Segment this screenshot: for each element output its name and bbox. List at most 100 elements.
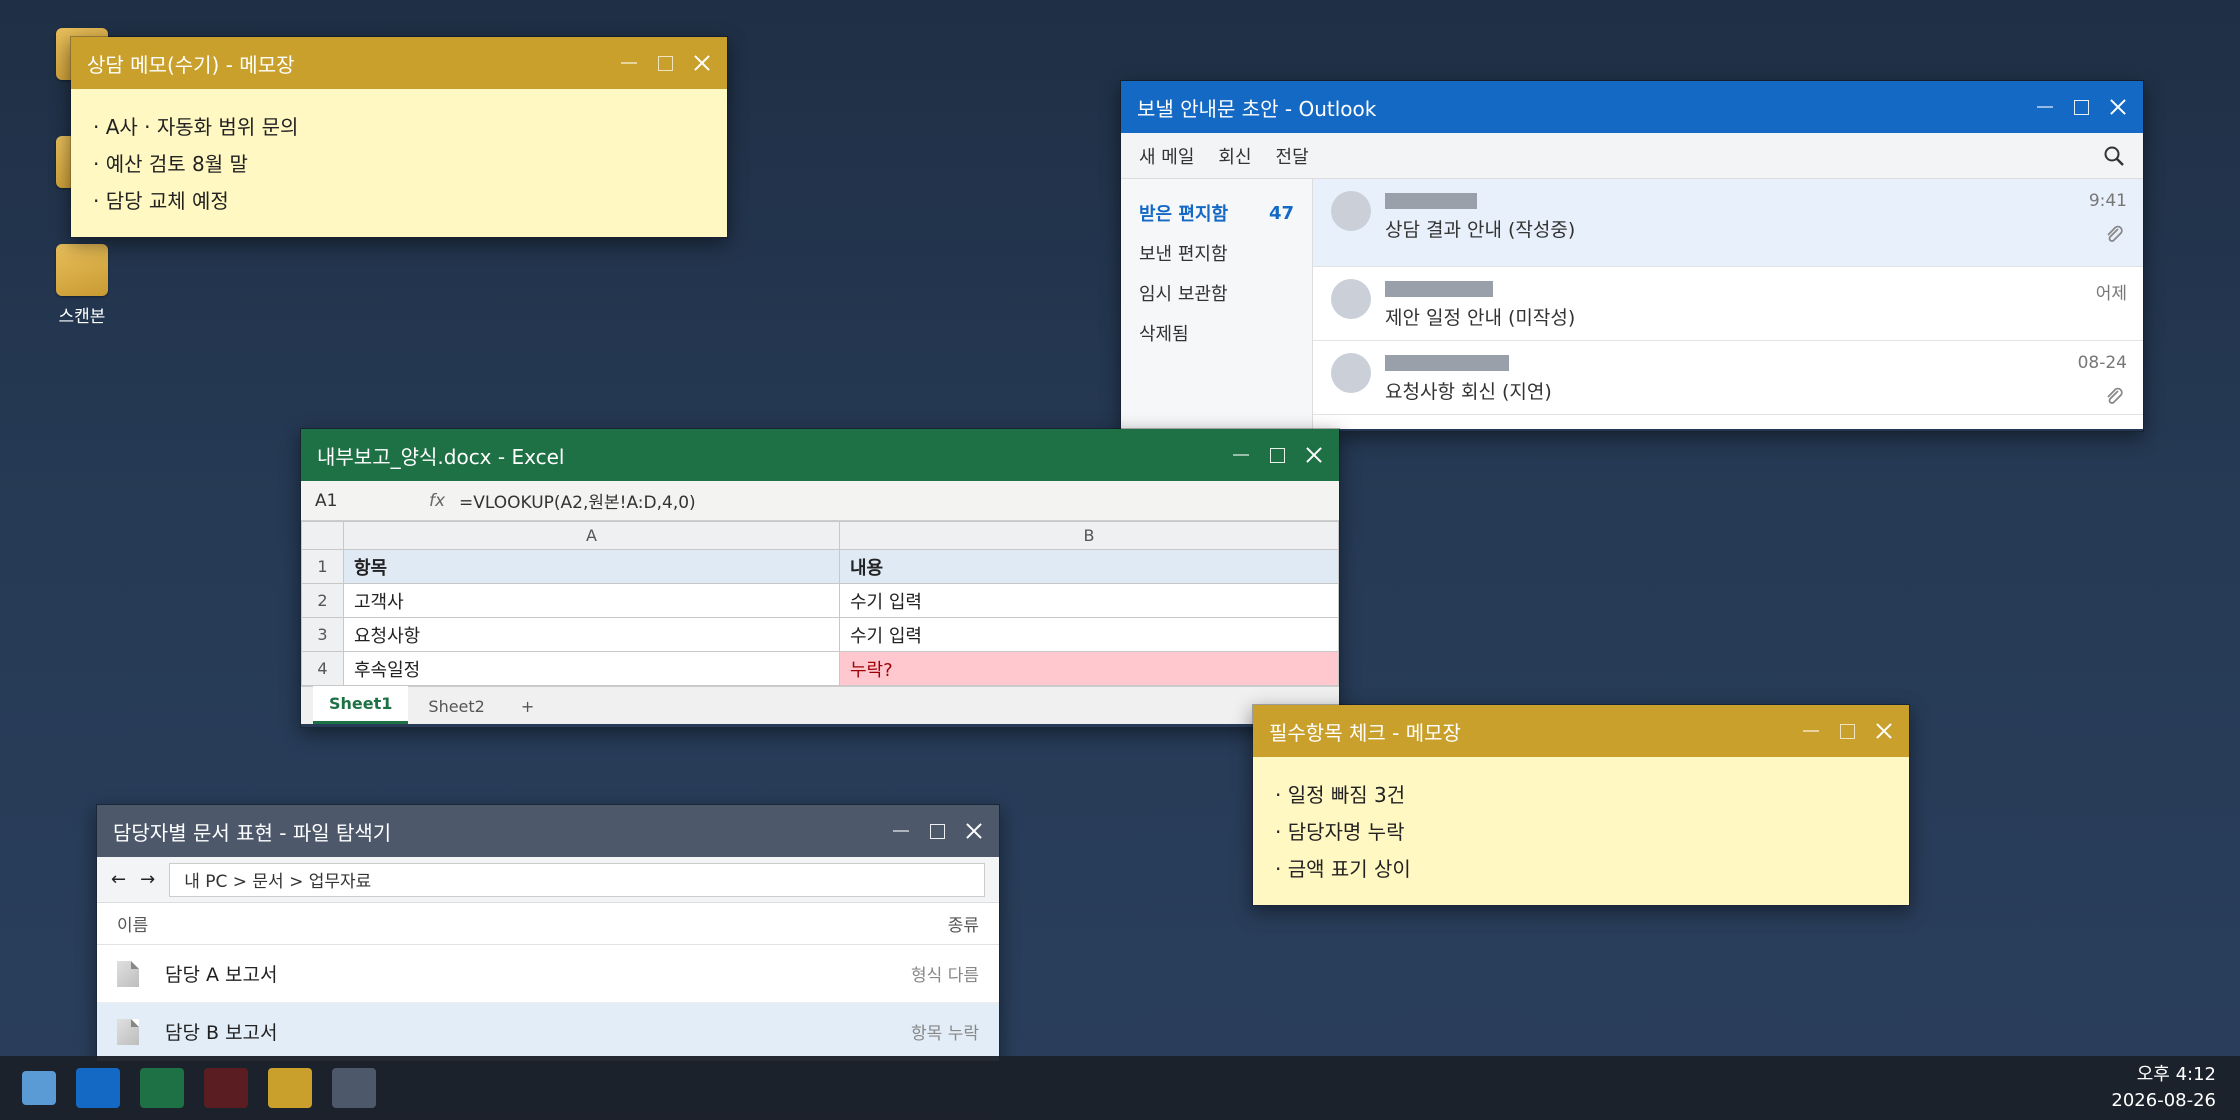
window-title: 내부보고_양식.docx - Excel — [317, 444, 565, 469]
close-button[interactable] — [1875, 722, 1893, 740]
row-header[interactable]: 3 — [301, 617, 344, 652]
maximize-button[interactable] — [930, 823, 945, 839]
close-button[interactable] — [1305, 446, 1323, 464]
excel-window[interactable]: 내부보고_양식.docx - Excel A1 fx =VLOOKUP(A2,원… — [300, 428, 1340, 728]
taskbar-outlook[interactable] — [76, 1068, 120, 1108]
memo-titlebar[interactable]: 필수항목 체크 - 메모장 — [1253, 705, 1909, 757]
forward-button[interactable]: 전달 — [1276, 143, 1309, 169]
minimize-button[interactable] — [2036, 98, 2054, 116]
close-button[interactable] — [693, 54, 711, 72]
mail-time: 08-24 — [2077, 353, 2127, 373]
cell[interactable]: 요청사항 — [343, 617, 840, 652]
memo-text-area[interactable]: · 일정 빠짐 3건 · 담당자명 누락 · 금액 표기 상이 — [1253, 757, 1909, 905]
minimize-button[interactable] — [1802, 722, 1820, 740]
row-header[interactable]: 1 — [301, 549, 344, 584]
clock-time: 오후 4:12 — [2136, 1064, 2216, 1085]
reply-button[interactable]: 회신 — [1218, 143, 1251, 169]
fx-icon[interactable]: fx — [429, 491, 459, 511]
forward-arrow-icon[interactable]: → — [140, 869, 155, 890]
cell[interactable]: 후속일정 — [343, 651, 840, 686]
taskbar-notepad[interactable] — [268, 1068, 312, 1108]
column-header[interactable]: B — [839, 521, 1339, 550]
row-header[interactable]: 4 — [301, 651, 344, 686]
memo-line: · 금액 표기 상이 — [1275, 857, 1411, 881]
document-icon — [117, 960, 139, 987]
memo-window-checklist[interactable]: 필수항목 체크 - 메모장 · 일정 빠짐 3건 · 담당자명 누락 · 금액 … — [1252, 704, 1910, 906]
mail-subject: 제안 일정 안내 (미작성) — [1385, 307, 1576, 329]
column-type[interactable]: 종류 — [948, 911, 979, 936]
taskbar-excel[interactable] — [140, 1068, 184, 1108]
row-header[interactable]: 2 — [301, 583, 344, 618]
formula-bar: A1 fx =VLOOKUP(A2,원본!A:D,4,0) — [301, 481, 1339, 521]
outlook-window[interactable]: 보낼 안내문 초안 - Outlook 새 메일 회신 전달 받은 편지함 47… — [1120, 80, 2144, 432]
window-title: 보낼 안내문 초안 - Outlook — [1137, 96, 1377, 121]
taskbar-explorer[interactable] — [332, 1068, 376, 1108]
memo-line: · A사 · 자동화 범위 문의 — [93, 115, 299, 139]
cell[interactable]: 고객사 — [343, 583, 840, 618]
file-row[interactable]: 담당 B 보고서 항목 누락 — [97, 1003, 999, 1061]
sender-redacted — [1385, 355, 1509, 371]
new-mail-button[interactable]: 새 메일 — [1139, 143, 1194, 169]
close-button[interactable] — [2109, 98, 2127, 116]
memo-line: · 담당자명 누락 — [1275, 820, 1405, 844]
mail-item[interactable]: 상담 결과 안내 (작성중) 9:41 — [1313, 179, 2143, 267]
folder-deleted[interactable]: 삭제됨 — [1121, 313, 1312, 353]
column-header[interactable]: A — [343, 521, 840, 550]
mail-time: 9:41 — [2088, 191, 2127, 211]
folder-drafts[interactable]: 임시 보관함 — [1121, 273, 1312, 313]
file-name: 담당 B 보고서 — [165, 1022, 278, 1044]
folder-icon — [56, 244, 108, 296]
sheet-tabs: Sheet1 Sheet2 + — [301, 686, 1339, 724]
desktop-icon-scans[interactable]: 스캔본 — [32, 244, 132, 327]
close-button[interactable] — [965, 822, 983, 840]
start-button[interactable] — [22, 1071, 56, 1105]
cell-warning[interactable]: 누락? — [839, 651, 1339, 686]
document-icon — [117, 1018, 139, 1045]
maximize-button[interactable] — [658, 55, 673, 71]
path-field[interactable]: 내 PC > 문서 > 업무자료 — [169, 862, 985, 897]
memo-text-area[interactable]: · A사 · 자동화 범위 문의 · 예산 검토 8월 말 · 담당 교체 예정 — [71, 89, 727, 237]
explorer-titlebar[interactable]: 담당자별 문서 표현 - 파일 탐색기 — [97, 805, 999, 857]
corner-cell[interactable] — [301, 521, 344, 550]
memo-window-consult[interactable]: 상담 메모(수기) - 메모장 · A사 · 자동화 범위 문의 · 예산 검토… — [70, 36, 728, 238]
cell[interactable]: 수기 입력 — [839, 583, 1339, 618]
maximize-button[interactable] — [1270, 447, 1285, 463]
minimize-button[interactable] — [1232, 446, 1250, 464]
memo-titlebar[interactable]: 상담 메모(수기) - 메모장 — [71, 37, 727, 89]
clock-date: 2026-08-26 — [2111, 1090, 2216, 1111]
folder-sent[interactable]: 보낸 편지함 — [1121, 233, 1312, 273]
maximize-button[interactable] — [1840, 723, 1855, 739]
folder-inbox[interactable]: 받은 편지함 47 — [1121, 193, 1312, 233]
file-row[interactable]: 담당 A 보고서 형식 다름 — [97, 945, 999, 1003]
minimize-button[interactable] — [620, 54, 638, 72]
system-clock[interactable]: 오후 4:12 2026-08-26 — [2111, 1062, 2216, 1114]
address-bar: ← → 내 PC > 문서 > 업무자료 — [97, 857, 999, 903]
name-box[interactable]: A1 — [301, 491, 429, 511]
mail-item[interactable]: 제안 일정 안내 (미작성) 어제 — [1313, 267, 2143, 341]
taskbar-app-red[interactable] — [204, 1068, 248, 1108]
mail-item[interactable]: 요청사항 회신 (지연) 08-24 — [1313, 341, 2143, 415]
attachment-icon — [2107, 225, 2123, 242]
cell[interactable]: 수기 입력 — [839, 617, 1339, 652]
window-title: 상담 메모(수기) - 메모장 — [87, 52, 295, 77]
cell[interactable]: 항목 — [343, 549, 840, 584]
window-title: 담당자별 문서 표현 - 파일 탐색기 — [113, 820, 392, 845]
file-type: 형식 다름 — [911, 966, 979, 986]
minimize-button[interactable] — [892, 822, 910, 840]
maximize-button[interactable] — [2074, 99, 2089, 115]
avatar — [1331, 279, 1371, 319]
add-sheet-button[interactable]: + — [505, 689, 550, 724]
sheet-tab-1[interactable]: Sheet1 — [313, 686, 409, 724]
sheet-grid: A B 1 항목 내용 2 고객사 수기 입력 3 요청사항 수기 입력 4 후… — [301, 521, 1339, 686]
excel-titlebar[interactable]: 내부보고_양식.docx - Excel — [301, 429, 1339, 481]
column-name[interactable]: 이름 — [117, 911, 148, 936]
back-arrow-icon[interactable]: ← — [111, 869, 126, 890]
avatar — [1331, 191, 1371, 231]
sheet-tab-2[interactable]: Sheet2 — [412, 689, 500, 724]
window-title: 필수항목 체크 - 메모장 — [1269, 720, 1461, 745]
outlook-titlebar[interactable]: 보낼 안내문 초안 - Outlook — [1121, 81, 2143, 133]
cell[interactable]: 내용 — [839, 549, 1339, 584]
formula-input[interactable]: =VLOOKUP(A2,원본!A:D,4,0) — [459, 488, 696, 513]
mail-subject: 상담 결과 안내 (작성중) — [1385, 219, 1576, 241]
search-icon[interactable] — [2103, 145, 2125, 167]
